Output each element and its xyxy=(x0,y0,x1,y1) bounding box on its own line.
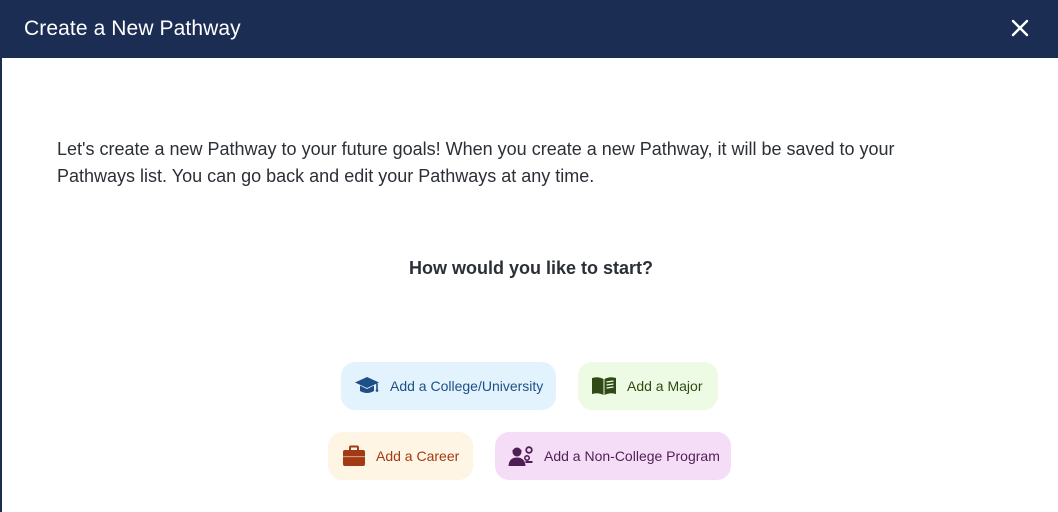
add-non-college-program-label: Add a Non-College Program xyxy=(544,448,720,464)
start-question: How would you like to start? xyxy=(408,258,653,278)
graduation-cap-icon xyxy=(354,375,380,397)
add-college-label: Add a College/University xyxy=(390,378,544,394)
add-career-button[interactable]: Add a Career xyxy=(328,432,473,480)
modal-header: Create a New Pathway xyxy=(2,0,1058,58)
add-career-label: Add a Career xyxy=(376,448,460,464)
add-major-button[interactable]: Add a Major xyxy=(578,362,718,410)
close-button[interactable] xyxy=(1008,16,1032,40)
person-gears-icon xyxy=(508,445,534,467)
close-icon xyxy=(1011,19,1029,37)
book-icon xyxy=(591,375,617,397)
add-major-label: Add a Major xyxy=(627,378,703,394)
briefcase-icon xyxy=(342,445,366,467)
add-college-button[interactable]: Add a College/University xyxy=(341,362,556,410)
create-pathway-modal: Create a New Pathway Let's create a new … xyxy=(0,0,1058,512)
intro-text: Let's create a new Pathway to your futur… xyxy=(57,139,895,186)
add-non-college-program-button[interactable]: Add a Non-College Program xyxy=(495,432,731,480)
modal-title: Create a New Pathway xyxy=(24,17,241,40)
